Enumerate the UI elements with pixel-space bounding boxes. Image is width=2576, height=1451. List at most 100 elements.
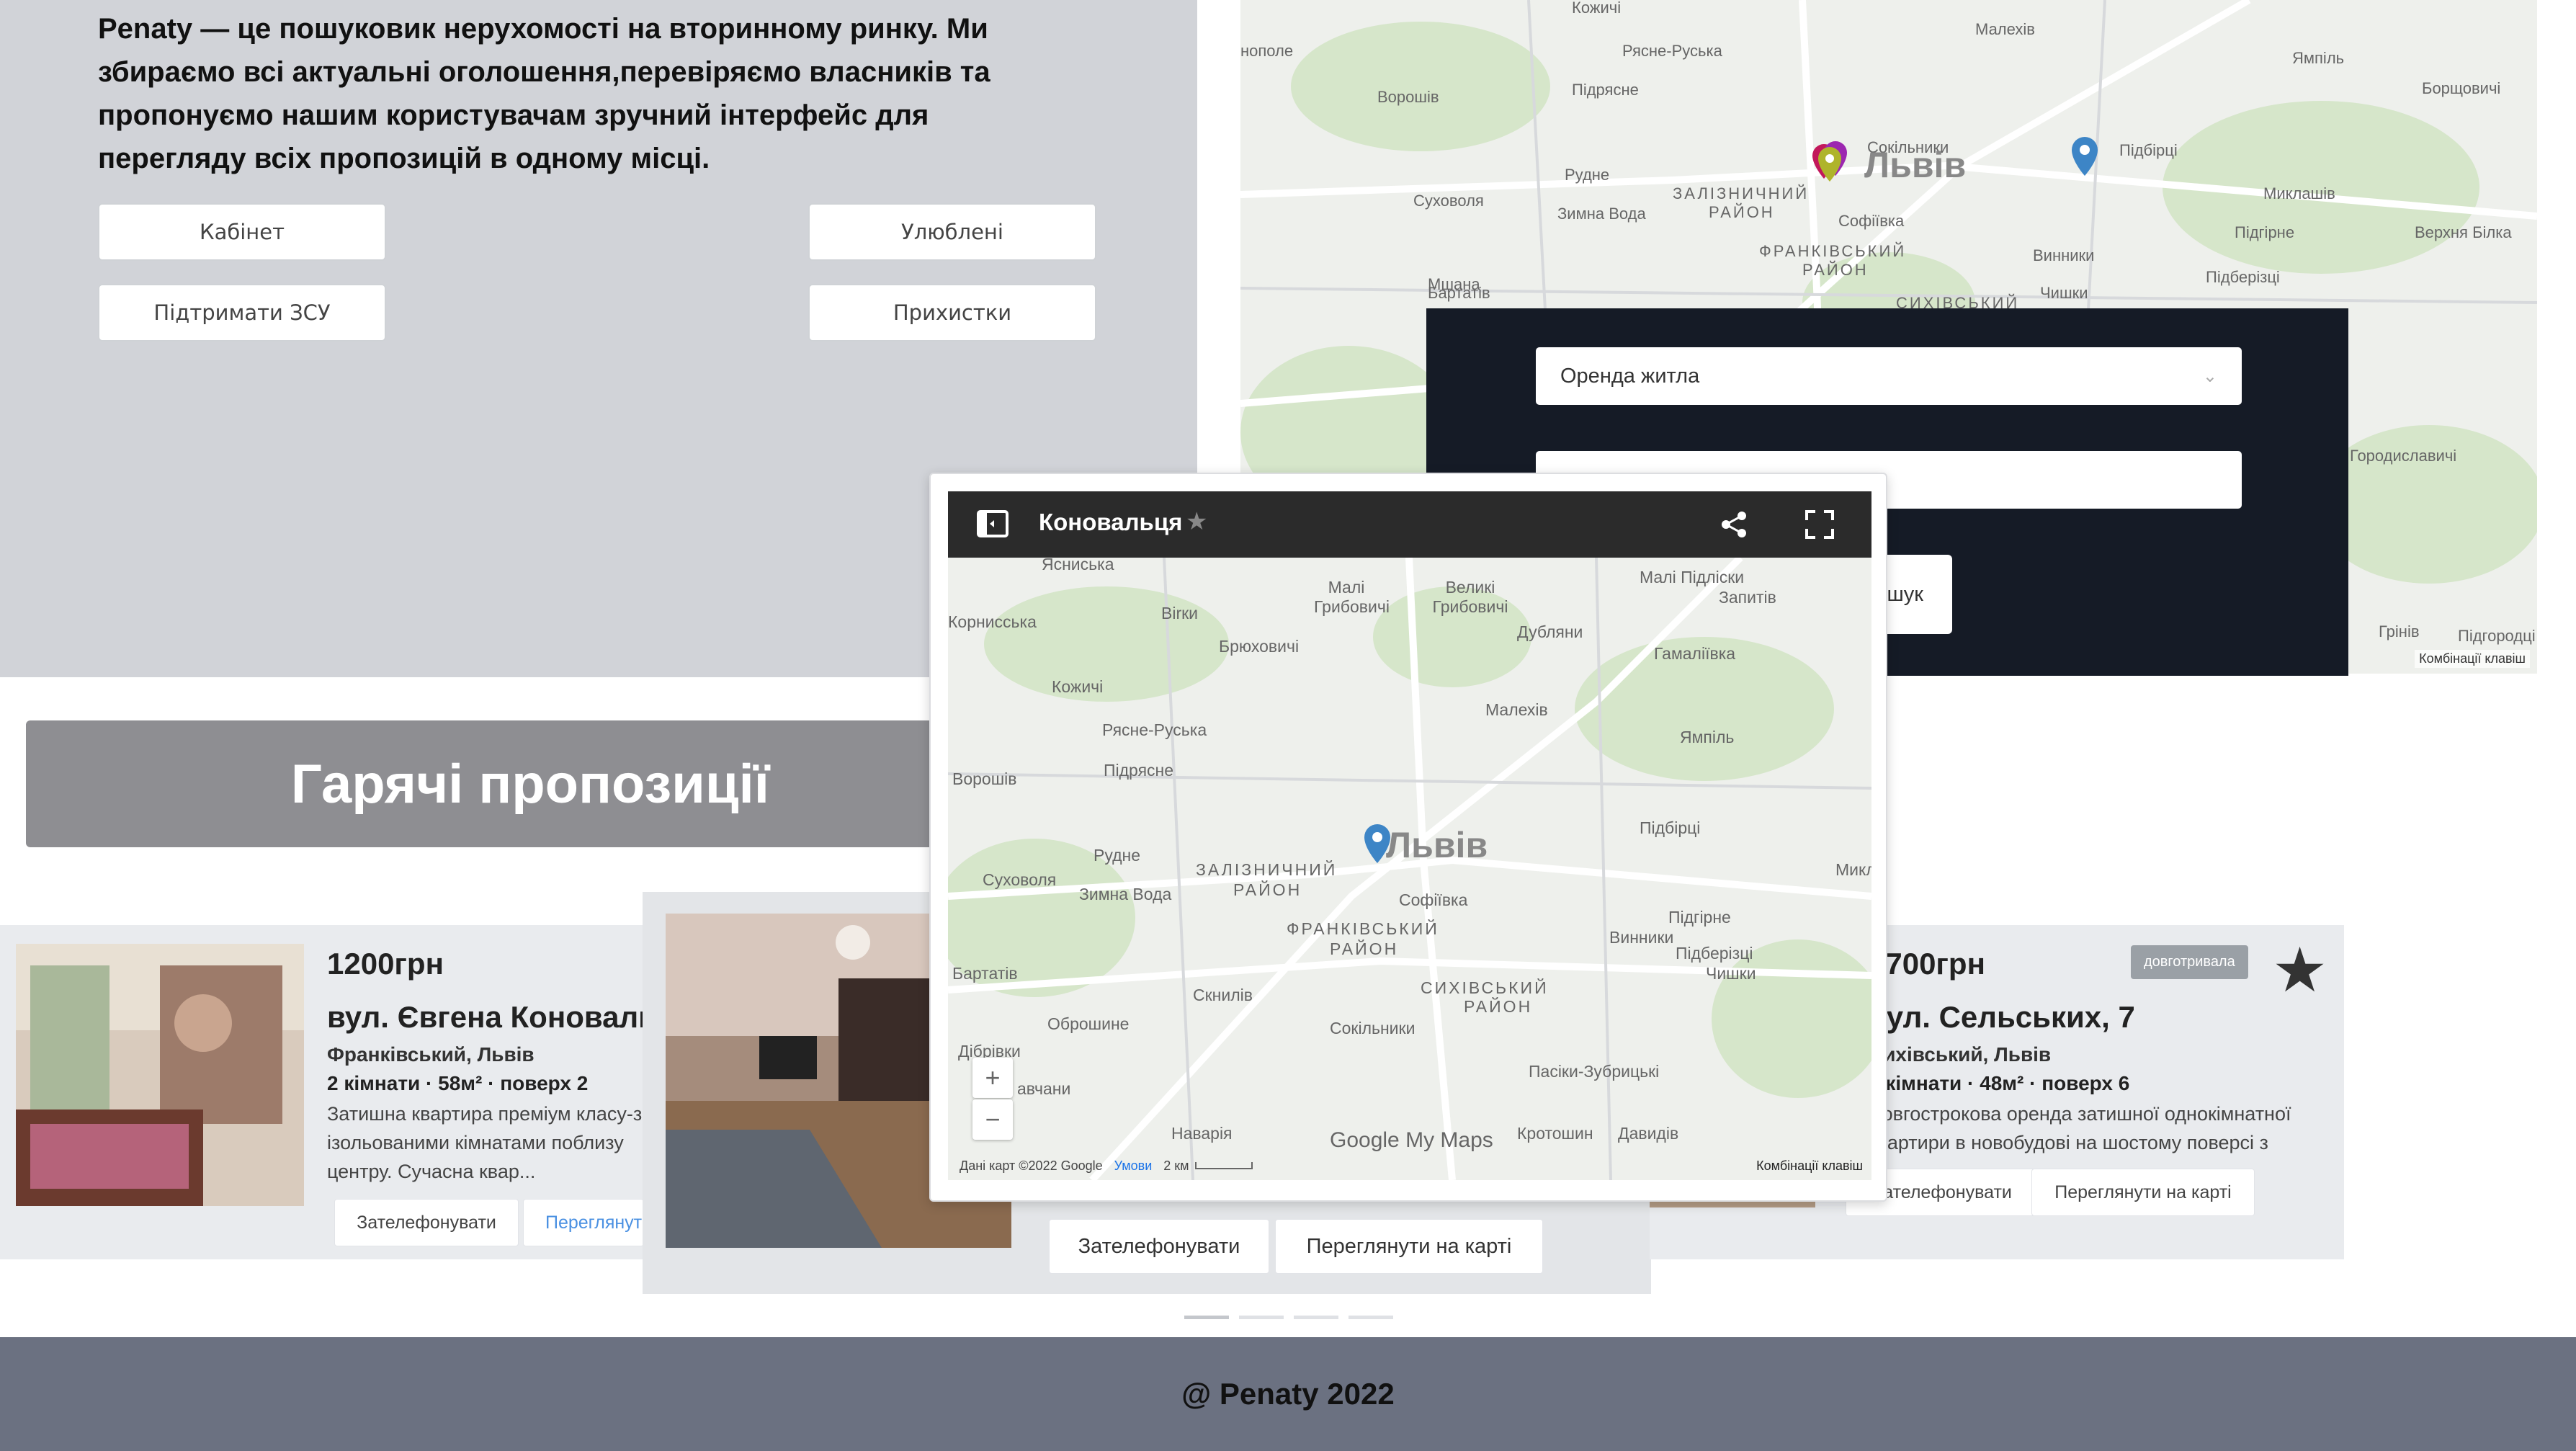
bedroom-photo-image [16,944,304,1206]
offer-meta: 2 кімнати · 58м² · поверх 2 [327,1072,589,1094]
map-popup: Коновальця ★ Ясниська Малі Грибовичі Вел… [929,473,1887,1202]
star-icon[interactable]: ★ [1186,507,1207,536]
map-label: Підбірці [1640,818,1701,837]
map-label: РАЙОН [1330,939,1399,958]
map-pin-icon[interactable] [1802,137,1889,195]
offer-photo[interactable] [16,944,304,1206]
map-label: Зимна Вода [1079,885,1172,903]
map-city-label: Львів [1386,825,1488,865]
map-label: Дубляни [1517,622,1583,641]
map-label: Кожичі [1052,677,1104,696]
map-label: ЗАЛІЗНИЧНИЙ [1196,860,1338,879]
carousel-dot[interactable] [1184,1316,1229,1319]
offer-street: вул. Сельських, 7 [1869,1000,2135,1034]
call-button[interactable]: Зателефонувати [334,1199,519,1246]
zoom-in-button[interactable]: + [972,1058,1013,1098]
map-label: Підберізці [1676,944,1753,963]
carousel-dot[interactable] [1239,1316,1284,1319]
map-label: ФРАНКІВСЬКИЙ [1287,919,1439,938]
map-label: Підберізці [2206,268,2280,286]
offer-district: Франківський, Львів [327,1043,535,1066]
star-icon[interactable]: ★ [2272,939,2327,1001]
map-label: Підгородці [2458,627,2536,645]
sidebar-toggle-icon[interactable] [977,510,1009,539]
map-label: Давидів [1618,1124,1679,1143]
map-label: Підгірне [2235,223,2295,241]
map-label: Верхня Білка [2415,223,2512,241]
map-label: Софіївка [1399,890,1468,909]
terms-link[interactable]: Умови [1114,1158,1153,1174]
popup-map-canvas[interactable]: Ясниська Малі Грибовичі Великі Грибовичі… [948,558,1871,1180]
hot-offers-title: Гарячі пропозиції [290,753,770,815]
map-label: Малі Грибовичі [1314,578,1390,616]
map-attribution: Дані карт ©2022 Google [960,1158,1103,1173]
google-my-maps-logo: Google My Maps [1330,1128,1493,1152]
map-label: Чишки [1706,964,1756,983]
map-label: Рясне-Руська [1102,720,1207,739]
map-label: Корнисська [948,612,1037,631]
map-label: Рясне-Руська [1622,42,1722,60]
map-label: Підбірці [2119,141,2178,159]
map-label: авчани [1017,1079,1071,1098]
favorites-button[interactable]: Улюблені [808,203,1096,261]
map-label: Чишки [2040,284,2088,302]
shelters-button[interactable]: Прихистки [808,284,1096,341]
map-label: Грінів [2379,622,2420,640]
map-label: РАЙОН [1802,261,1869,279]
map-label: ЗАЛІЗНИЧНИЙ [1673,184,1810,202]
offer-price: 1200грн [327,947,444,981]
map-label: Суховоля [1413,192,1484,210]
footer-copyright: @ Penaty 2022 [1181,1377,1395,1411]
map-label: Софіївка [1838,212,1905,230]
map-label: Малехів [1485,700,1548,719]
map-label: Кротошин [1517,1124,1593,1143]
support-zsu-button[interactable]: Підтримати ЗСУ [98,284,386,341]
zoom-out-button[interactable]: − [972,1099,1013,1140]
fullscreen-icon[interactable] [1805,510,1834,539]
call-button[interactable]: Зателефонувати [1049,1219,1269,1274]
map-label: Оброшине [1047,1014,1130,1033]
map-label: Скнилів [1193,986,1253,1004]
footer: @ Penaty 2022 [0,1337,2576,1451]
carousel-dots [1184,1316,1393,1319]
map-label: Великі Грибовичі [1432,578,1508,616]
map-label: Зимна Вода [1557,205,1646,223]
view-on-map-button[interactable]: Переглянути на карті [1275,1219,1543,1274]
map-label: Підрясне [1104,761,1174,780]
map-label: Бартатів [1428,284,1490,302]
carousel-dot[interactable] [1349,1316,1393,1319]
map-label: Рудне [1565,166,1610,184]
map-label: РАЙОН [1464,997,1533,1016]
carousel-dot[interactable] [1294,1316,1338,1319]
keyboard-shortcuts-link[interactable]: Комбінації клавіш [1756,1158,1863,1174]
hot-offers-banner: Гарячі пропозиції [26,720,1034,847]
keyboard-shortcuts-link[interactable]: Комбінації клавіш [2415,650,2530,668]
map-label: Винники [1609,928,1674,947]
select-value: Оренда житла [1560,364,1700,388]
view-on-map-button[interactable]: Переглянути на карті [2031,1169,2255,1216]
map-label: Підрясне [1572,81,1639,99]
map-label: Ясниська [1042,558,1114,573]
cabinet-button[interactable]: Кабінет [98,203,386,261]
share-icon[interactable] [1720,510,1749,539]
offer-district: Сихівський, Львів [1869,1043,2052,1066]
map-label: ФРАНКІВСЬКИЙ [1759,242,1907,260]
map-pin-icon[interactable] [2069,134,2105,184]
offer-street: вул. Євгена Коновальця [327,1000,644,1034]
map-label: Запитів [1719,588,1776,607]
offer-description: Довгострокова оренда затишної однокімнат… [1869,1103,2291,1153]
map-label: Малі Підліски [1640,568,1745,586]
map-pin-icon[interactable] [1361,821,1395,867]
map-label: Борщовичі [2422,79,2501,97]
map-label: Городиславичі [2350,447,2457,465]
map-label: Підгірне [1668,908,1731,927]
map-popup-title: Коновальця [1039,509,1183,535]
intro-text: Penaty — це пошуковик нерухомості на вто… [98,13,990,174]
map-label: СИХІВСЬКИЙ [1421,978,1549,997]
view-on-map-button[interactable]: Переглянути на карті [523,1199,644,1246]
chevron-down-icon: ⌄ [2202,366,2217,386]
deal-type-select[interactable]: Оренда житла ⌄ [1536,347,2242,405]
scale-bar [1194,1162,1253,1169]
map-label: РАЙОН [1233,880,1302,899]
map-scale: 2 км [1163,1158,1189,1173]
